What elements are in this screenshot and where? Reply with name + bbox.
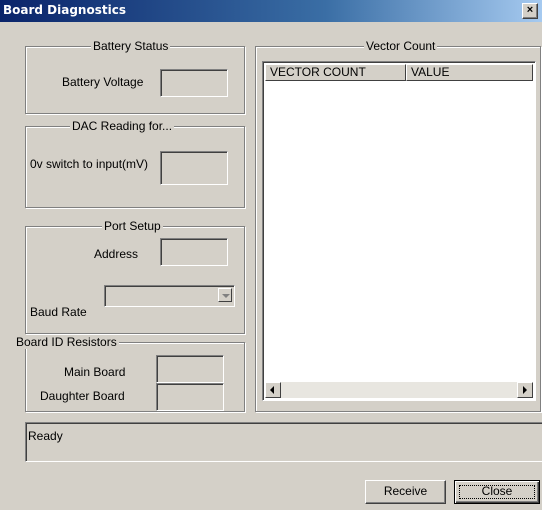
address-field[interactable] <box>160 238 228 266</box>
board-id-group: Board ID Resistors Main Board Daughter B… <box>14 335 245 412</box>
dac-reading-title: DAC Reading for... <box>70 119 175 133</box>
battery-voltage-label: Battery Voltage <box>62 75 144 89</box>
scroll-right-icon[interactable] <box>517 382 533 398</box>
vector-count-title: Vector Count <box>364 39 438 53</box>
vector-count-group: Vector Count VECTOR COUNT VALUE <box>255 39 541 412</box>
title-bar: Board Diagnostics × <box>0 0 542 22</box>
close-button[interactable]: Close <box>454 480 540 504</box>
close-icon[interactable]: × <box>522 3 538 19</box>
address-label: Address <box>94 247 139 261</box>
horizontal-scrollbar[interactable] <box>265 382 533 398</box>
column-header-vector-count[interactable]: VECTOR COUNT <box>265 64 406 81</box>
baud-rate-label: Baud Rate <box>30 305 87 319</box>
main-board-field[interactable] <box>156 355 224 383</box>
receive-button[interactable]: Receive <box>365 480 446 504</box>
dac-switch-label: 0v switch to input(mV) <box>30 157 149 171</box>
chevron-down-icon[interactable] <box>218 288 232 302</box>
scroll-left-icon[interactable] <box>265 382 281 398</box>
port-setup-title: Port Setup <box>102 219 163 233</box>
column-header-value[interactable]: VALUE <box>406 64 533 81</box>
port-setup-group: Port Setup Address Baud Rate <box>25 219 245 334</box>
battery-status-title: Battery Status <box>91 39 171 53</box>
baud-rate-combo[interactable] <box>104 285 235 307</box>
status-box: Ready <box>25 422 542 462</box>
close-button-label: Close <box>481 484 513 498</box>
vector-count-list[interactable]: VECTOR COUNT VALUE <box>262 61 536 401</box>
board-id-title: Board ID Resistors <box>14 335 119 349</box>
status-text: Ready <box>28 429 63 443</box>
dac-switch-field[interactable] <box>160 151 228 185</box>
battery-voltage-field[interactable] <box>160 69 228 97</box>
daughter-board-field[interactable] <box>156 383 224 411</box>
window-title: Board Diagnostics <box>3 3 126 17</box>
daughter-board-label: Daughter Board <box>40 389 125 403</box>
dac-reading-group: DAC Reading for... 0v switch to input(mV… <box>25 119 245 208</box>
battery-status-group: Battery Status Battery Voltage <box>25 39 245 114</box>
main-board-label: Main Board <box>64 365 126 379</box>
